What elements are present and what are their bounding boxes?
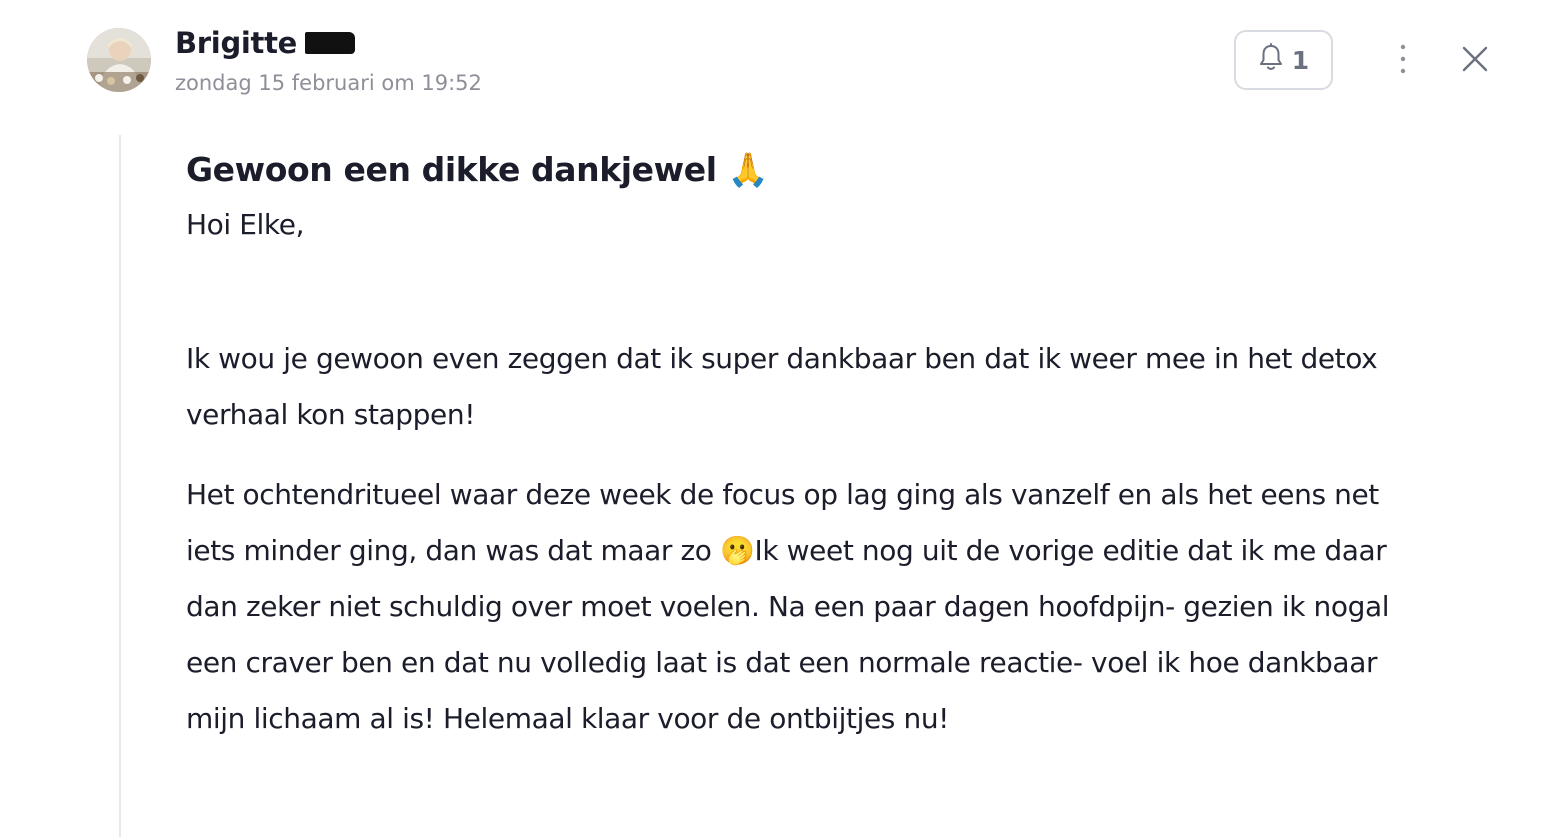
avatar-photo: [87, 28, 151, 92]
post-greeting: Hoi Elke,: [186, 208, 305, 241]
close-icon: [1462, 46, 1488, 76]
post-detail-view: Brigitte zondag 15 februari om 19:52 1 G…: [0, 0, 1558, 837]
more-options-button[interactable]: [1388, 44, 1418, 78]
post-content: Gewoon een dikke dankjewel 🙏 Hoi Elke, I…: [186, 146, 1416, 747]
notification-button[interactable]: 1: [1234, 30, 1333, 90]
thread-divider: [119, 135, 121, 837]
redaction-mark: [305, 32, 356, 54]
notification-count: 1: [1291, 45, 1310, 75]
more-vertical-icon: [1400, 44, 1406, 78]
avatar[interactable]: [87, 28, 151, 92]
post-body: Hoi Elke, Ik wou je gewoon even zeggen d…: [186, 199, 1416, 747]
bell-icon: [1258, 43, 1284, 77]
post-title: Gewoon een dikke dankjewel 🙏: [186, 150, 769, 189]
post-paragraph: Het ochtendritueel waar deze week de foc…: [186, 478, 1390, 735]
post-paragraph: Ik wou je gewoon even zeggen dat ik supe…: [186, 342, 1378, 431]
close-button[interactable]: [1458, 44, 1492, 78]
post-timestamp: zondag 15 februari om 19:52: [175, 71, 482, 95]
author-name-text: Brigitte: [175, 26, 298, 60]
author-name[interactable]: Brigitte: [175, 26, 356, 60]
